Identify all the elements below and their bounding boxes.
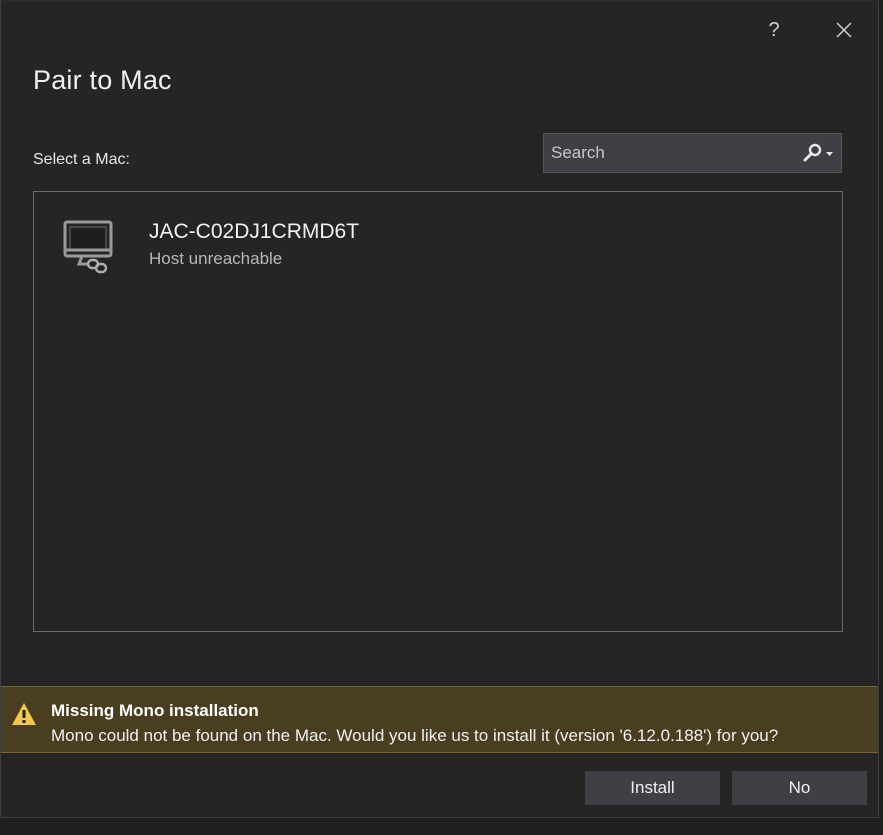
warning-icon (12, 703, 36, 725)
search-icon (803, 143, 833, 162)
select-mac-label: Select a Mac: (33, 151, 130, 168)
mac-name: JAC-C02DJ1CRMD6T (149, 220, 360, 243)
install-button[interactable]: Install (585, 771, 720, 805)
mac-disconnected-icon (63, 220, 113, 274)
search-options-button[interactable] (795, 134, 841, 172)
mac-list: JAC-C02DJ1CRMD6T Host unreachable (33, 191, 843, 632)
search-box[interactable] (543, 133, 842, 173)
infobar: Missing Mono installation Mono could not… (1, 686, 878, 753)
close-icon (836, 22, 852, 38)
no-button[interactable]: No (732, 771, 867, 805)
close-button[interactable] (827, 13, 861, 47)
mac-status: Host unreachable (149, 249, 283, 268)
mac-list-item[interactable]: JAC-C02DJ1CRMD6T Host unreachable (34, 192, 842, 282)
pair-to-mac-dialog: ? Pair to Mac Select a Mac: Search JAC-C… (0, 0, 879, 818)
search-input[interactable] (544, 133, 795, 173)
help-button[interactable]: ? (757, 13, 791, 47)
help-icon: ? (768, 18, 780, 41)
infobar-title: Missing Mono installation (51, 701, 259, 720)
dialog-title: Pair to Mac (33, 65, 172, 95)
infobar-message: Mono could not be found on the Mac. Woul… (51, 726, 779, 745)
